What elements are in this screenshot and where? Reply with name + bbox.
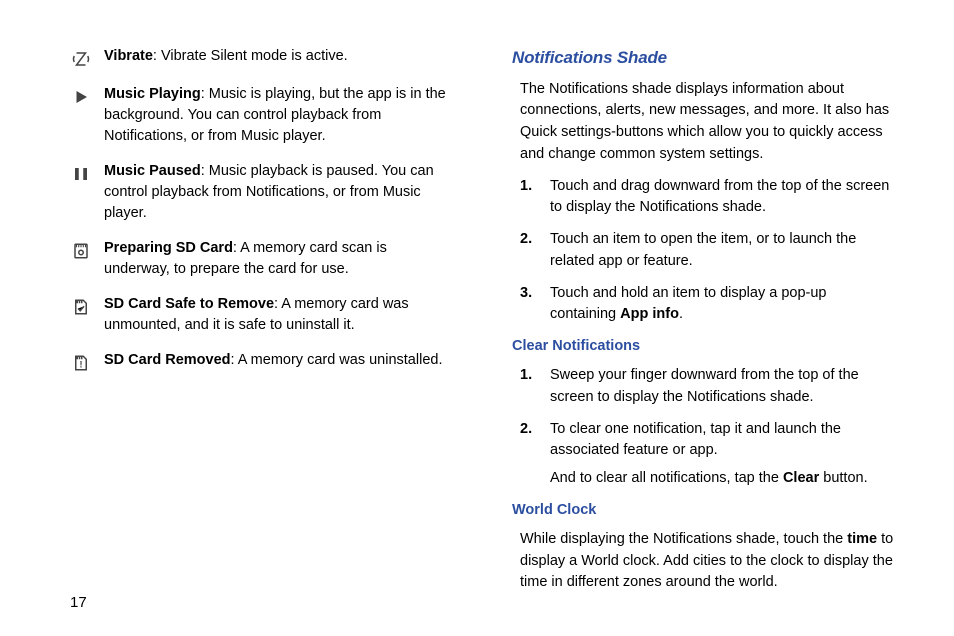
step: Sweep your finger downward from the top …	[520, 365, 894, 409]
status-item-text: Music Paused: Music playback is paused. …	[104, 161, 452, 224]
sd-prep-icon	[70, 240, 92, 262]
step: To clear one notification, tap it and la…	[520, 419, 894, 463]
status-item-text: Preparing SD Card: A memory card scan is…	[104, 238, 452, 280]
step: Touch and hold an item to display a pop-…	[520, 283, 894, 327]
section-heading-notifications-shade: Notifications Shade	[512, 46, 894, 71]
vibrate-icon	[70, 48, 92, 70]
subheading-world-clock: World Clock	[512, 500, 894, 521]
intro-paragraph: The Notifications shade displays informa…	[520, 79, 894, 166]
status-item-sd-preparing: Preparing SD Card: A memory card scan is…	[70, 238, 452, 280]
status-item-music-paused: Music Paused: Music playback is paused. …	[70, 161, 452, 224]
status-item-text: Vibrate: Vibrate Silent mode is active.	[104, 46, 452, 70]
page-number: 17	[70, 592, 87, 614]
svg-text:!: !	[80, 360, 83, 370]
pause-icon	[70, 163, 92, 185]
sd-removed-icon: !	[70, 352, 92, 374]
subheading-clear-notifications: Clear Notifications	[512, 336, 894, 357]
status-item-text: SD Card Safe to Remove: A memory card wa…	[104, 294, 452, 336]
status-item-music-playing: Music Playing: Music is playing, but the…	[70, 84, 452, 147]
step: Touch and drag downward from the top of …	[520, 176, 894, 220]
steps-list-1: Touch and drag downward from the top of …	[520, 176, 894, 327]
status-item-text: SD Card Removed: A memory card was unins…	[104, 350, 452, 374]
left-column: Vibrate: Vibrate Silent mode is active. …	[70, 46, 452, 604]
status-item-text: Music Playing: Music is playing, but the…	[104, 84, 452, 147]
status-item-sd-removed: ! SD Card Removed: A memory card was uni…	[70, 350, 452, 374]
right-column: Notifications Shade The Notifications sh…	[512, 46, 894, 604]
steps-list-2: Sweep your finger downward from the top …	[520, 365, 894, 462]
status-item-sd-safe: SD Card Safe to Remove: A memory card wa…	[70, 294, 452, 336]
step: Touch an item to open the item, or to la…	[520, 229, 894, 273]
sd-safe-icon	[70, 296, 92, 318]
step-continuation: And to clear all notifications, tap the …	[520, 468, 894, 490]
world-clock-paragraph: While displaying the Notifications shade…	[520, 529, 894, 594]
status-item-vibrate: Vibrate: Vibrate Silent mode is active.	[70, 46, 452, 70]
play-icon	[70, 86, 92, 108]
